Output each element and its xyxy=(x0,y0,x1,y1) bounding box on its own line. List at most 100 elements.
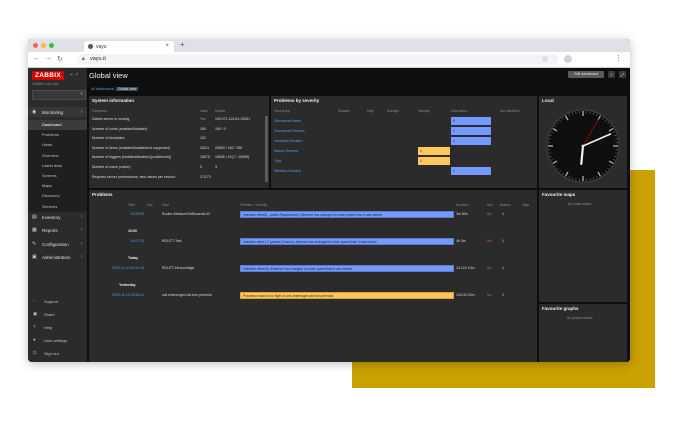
problem-host[interactable]: odt.omenrugen.old.forn.prinnoto xyxy=(162,293,212,297)
sidebar-item-dashboard[interactable]: Dashboard xyxy=(28,120,87,131)
host-group-link[interactable]: Wireless Routers xyxy=(274,169,301,173)
sidebar-item-help[interactable]: ? Help xyxy=(28,321,87,333)
bookmark-star-icon[interactable]: ☆ xyxy=(542,55,548,63)
new-tab-button[interactable]: + xyxy=(180,40,185,49)
problem-ack[interactable]: No xyxy=(487,239,491,243)
problem-time[interactable]: 10:07:23 xyxy=(130,239,144,243)
zabbix-logo[interactable]: ZABBIX xyxy=(32,71,64,80)
problem-description[interactable]: Interface ether5(...public Republicans):… xyxy=(240,210,454,218)
problem-description[interactable]: Interface ether1-2 (parent (Casino): eth… xyxy=(240,237,454,245)
sysinfo-param: Number of items (enabled/disabled/not su… xyxy=(92,145,170,150)
sidebar-item-configuration[interactable]: ✎ Configuration ˅ xyxy=(28,239,87,249)
close-tab-icon[interactable]: × xyxy=(165,43,169,49)
problem-host[interactable]: ROUTT-Hexcondigle xyxy=(162,266,194,270)
menu-icon[interactable]: ≡ xyxy=(608,71,615,78)
search-input[interactable]: ⌕ xyxy=(32,90,86,100)
url-field[interactable]: 🔒︎ vayu.it xyxy=(78,54,558,64)
sidebar-item-reports[interactable]: ▦ Reports ˅ xyxy=(28,225,87,235)
sidebar-item-problems[interactable]: Problems xyxy=(28,130,87,140)
problem-action[interactable]: 1 xyxy=(502,293,504,297)
problem-host[interactable]: Router-MediumOldSeconds.02 xyxy=(162,212,210,216)
sidebar-item-share[interactable]: ▣ Share xyxy=(28,308,87,320)
widget-title: Local xyxy=(542,98,554,103)
sidebar-item-user-settings[interactable]: ● User settings xyxy=(28,334,87,346)
browser-menu-icon[interactable]: ⋮ xyxy=(615,54,622,62)
host-group-link[interactable]: Hardware Routers xyxy=(274,139,302,143)
problem-ack[interactable]: No xyxy=(487,266,491,270)
clock-center xyxy=(581,144,585,148)
problem-duration[interactable]: 12d 3h 22m xyxy=(456,293,475,297)
minimize-window-dot[interactable] xyxy=(41,43,46,48)
problem-action[interactable]: 1 xyxy=(502,266,504,270)
problem-duration[interactable]: 4h 3m xyxy=(456,239,466,243)
sidebar-item-latest-data[interactable]: Latest data xyxy=(28,161,87,171)
reports-icon: ▦ xyxy=(32,227,37,233)
column-header: Parameter xyxy=(92,109,108,113)
problem-duration[interactable]: 3m 50s xyxy=(456,212,467,216)
back-icon[interactable]: ← xyxy=(33,55,40,62)
scrollbar[interactable] xyxy=(265,116,268,182)
problem-time[interactable]: 2020-11-20 00:41:44 xyxy=(112,266,144,270)
problem-description[interactable]: Interface ether4/p: Ethernet has changed… xyxy=(240,264,454,272)
information-count-box[interactable]: 1 xyxy=(451,137,491,145)
sysinfo-details: 10606 / 43 [7 / 10599] xyxy=(215,155,250,160)
sidebar-item-administration[interactable]: ▣ Administration ˅ xyxy=(28,252,87,262)
url-text: vayu.it xyxy=(90,56,106,62)
column-header: Ack xyxy=(487,203,493,207)
sysinfo-param: Number of templates xyxy=(92,136,125,141)
address-bar-row: ← → ↻ 🔒︎ vayu.it ☆ ⋮ xyxy=(28,52,630,68)
sysinfo-param: Number of users (online) xyxy=(92,165,131,169)
column-header: Not classified xyxy=(500,109,520,113)
warning-count-box[interactable]: 1 xyxy=(418,157,450,165)
sidebar-item-label: Support xyxy=(44,298,59,304)
browser-tab[interactable]: vayu × xyxy=(84,41,174,52)
sidebar-item-support[interactable]: ◌ Support xyxy=(28,295,87,307)
sidebar-item-inventory[interactable]: ▤ Inventory ˅ xyxy=(28,212,87,222)
problem-ack[interactable]: No xyxy=(487,293,491,297)
edit-dashboard-button[interactable]: Edit dashboard xyxy=(568,71,604,78)
sidebar-item-screens[interactable]: Screens xyxy=(28,171,87,181)
profile-avatar[interactable] xyxy=(564,55,572,63)
forward-icon[interactable]: → xyxy=(45,55,52,62)
power-icon: ⏻ xyxy=(33,350,37,355)
problem-ack[interactable]: No xyxy=(487,212,491,216)
sidebar-item-sign-out[interactable]: ⏻ Sign out xyxy=(28,347,87,359)
host-group-link[interactable]: Discovered hosts xyxy=(274,119,301,123)
warning-count-box[interactable]: 1 xyxy=(418,147,450,155)
close-window-dot[interactable] xyxy=(33,43,38,48)
sidebar-item-label: Inventory xyxy=(42,215,61,220)
column-header: Warning xyxy=(418,109,431,113)
sysinfo-details: 199.271.124.81:10051 xyxy=(215,117,251,121)
sysinfo-param: Required server performance, new values … xyxy=(92,174,176,179)
information-count-box[interactable]: 1 xyxy=(451,167,491,175)
information-count: 1 xyxy=(453,139,455,143)
sidebar-item-maps[interactable]: Maps xyxy=(28,181,87,191)
sidebar-item-overview[interactable]: Overview xyxy=(28,151,87,161)
problems-widget: Problems Time Info Host Problem • Severi… xyxy=(89,190,537,362)
empty-message: No maps added. xyxy=(568,202,593,206)
local-clock-widget: Local xyxy=(539,96,627,188)
sidebar-item-discovery[interactable]: Discovery xyxy=(28,191,87,201)
breadcrumb-all-dashboards[interactable]: All dashboards xyxy=(91,87,114,91)
information-count-box[interactable]: 1 xyxy=(451,127,491,135)
host-group-link[interactable]: Toys xyxy=(274,159,281,163)
sidebar-item-services[interactable]: Services xyxy=(28,202,87,212)
column-header: Time xyxy=(128,203,136,207)
problem-time[interactable]: 2020-11-12 15:56:11 xyxy=(112,293,144,297)
problem-description[interactable]: Processor load is too high on odt.omenru… xyxy=(240,291,454,299)
fullscreen-icon[interactable]: ⤢ xyxy=(619,71,626,78)
problem-action[interactable]: 1 xyxy=(502,239,504,243)
sidebar-item-monitoring[interactable]: ◉ Monitoring ˄ xyxy=(28,107,87,117)
problem-time[interactable]: 10:20:53 xyxy=(130,212,144,216)
information-count-box[interactable]: 9 xyxy=(451,117,491,125)
zabbix-app: ZABBIX « ↗ ZABBIX vayu.lan ⌕ ◉ Monitorin… xyxy=(28,68,630,362)
problem-duration[interactable]: 1d 12h 10m xyxy=(456,266,475,270)
sidebar-item-hosts[interactable]: Hosts xyxy=(28,140,87,150)
sidebar-collapse-icon[interactable]: « ↗ xyxy=(70,72,78,78)
problem-host[interactable]: ROUTT-Test xyxy=(162,239,181,243)
host-group-link[interactable]: Kamyo Servers xyxy=(274,149,298,153)
problem-action[interactable]: 1 xyxy=(502,212,504,216)
maximize-window-dot[interactable] xyxy=(49,43,54,48)
host-group-link[interactable]: Discovered Routers xyxy=(274,129,305,133)
reload-icon[interactable]: ↻ xyxy=(57,55,63,63)
